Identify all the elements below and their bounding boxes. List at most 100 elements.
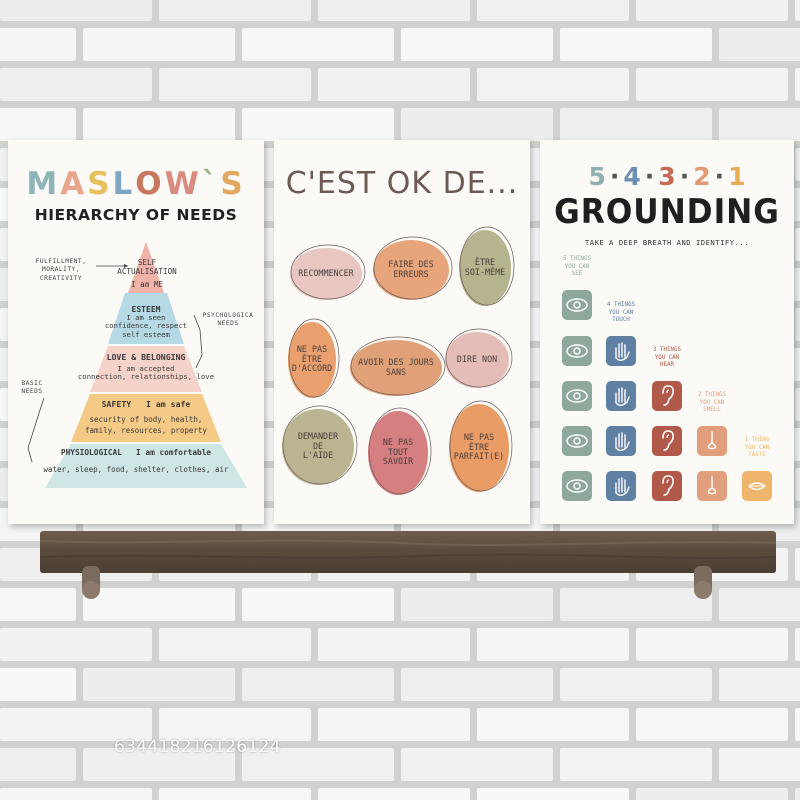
maslow-poster: MASLOW`S HIERARCHY OF NEEDS FULFILLMENT,… [8, 140, 264, 524]
brick [318, 0, 470, 21]
brick [477, 788, 629, 800]
brick [636, 788, 788, 800]
brick [83, 108, 235, 141]
brick [401, 748, 553, 781]
brick [477, 68, 629, 101]
bubble-label: NE PAS ÊTRE D'ACCORD [291, 344, 333, 374]
brick [0, 68, 152, 101]
column-label: 3 THINGS YOU CAN HEAR [653, 347, 681, 369]
separator-dot: · [609, 162, 620, 191]
brick [719, 748, 800, 781]
brick [719, 588, 800, 621]
grounding-title: GROUNDING [554, 192, 780, 232]
level-1-name: SELF ACTUALISATION [117, 258, 177, 276]
brick [318, 628, 470, 661]
brick [795, 308, 800, 341]
brick [636, 68, 788, 101]
hand-icon [606, 336, 636, 366]
eye-icon [562, 336, 592, 366]
brick [795, 148, 800, 181]
brick [318, 708, 470, 741]
brick [159, 628, 311, 661]
shelf-bracket-right [694, 566, 712, 599]
ear-icon [652, 381, 682, 411]
grounding-numbers: 5 · 4 · 3 · 2 · 1 [540, 162, 794, 191]
brick [795, 228, 800, 261]
bubble-label: RECOMMENCER [298, 268, 354, 278]
brick [636, 628, 788, 661]
brick [318, 68, 470, 101]
grounding-subtitle: TAKE A DEEP BREATH AND IDENTIFY... [584, 238, 750, 247]
grounding-poster: 5 · 4 · 3 · 2 · 1 GROUNDING TAKE A DEEP BREATH A… [540, 140, 794, 524]
shelf-bracket-left [82, 566, 100, 599]
brick [560, 668, 712, 701]
brick [83, 668, 235, 701]
brick [83, 28, 235, 61]
brick [795, 0, 800, 21]
wooden-shelf [40, 531, 776, 573]
level-4-name: SAFETY I am safe [101, 399, 191, 409]
brick [242, 668, 394, 701]
level-3-name: LOVE & BELONGING [106, 352, 186, 362]
nose-icon [697, 426, 727, 456]
brick [159, 788, 311, 800]
ear-icon [652, 471, 682, 501]
brick [0, 108, 76, 141]
bubble-label: NE PAS ÊTRE PARFAIT(E) [453, 432, 505, 462]
level-3-desc: I am accepted connection, relationships,… [77, 364, 215, 382]
brick [795, 468, 800, 501]
countdown-number: 4 [623, 162, 641, 191]
brick [401, 588, 553, 621]
brick [242, 588, 394, 621]
brick [795, 628, 800, 661]
mouth-icon [742, 471, 772, 501]
level-1-desc: I am ME [130, 280, 163, 289]
separator-dot: · [714, 162, 725, 191]
brick [242, 28, 394, 61]
brick [0, 28, 76, 61]
brick [719, 28, 800, 61]
eye-icon [562, 426, 592, 456]
countdown-number: 5 [588, 162, 606, 191]
nose-icon [697, 471, 727, 501]
eye-icon [562, 471, 592, 501]
countdown-number: 3 [658, 162, 676, 191]
brick [477, 628, 629, 661]
column-label: 1 THING YOU CAN TASTE [744, 437, 770, 459]
brick [401, 668, 553, 701]
fulfillment-label: FULFILLMENT, MORALITY, CREATIVITY [35, 258, 87, 282]
brick [242, 108, 394, 141]
brick [560, 28, 712, 61]
psychological-needs-label: PSYCHOLOGICA NEEDS [202, 312, 254, 328]
brick [795, 708, 800, 741]
brick [795, 388, 800, 421]
brick [401, 108, 553, 141]
eye-icon [562, 290, 592, 320]
brick [318, 788, 470, 800]
hand-icon [606, 381, 636, 411]
basic-needs-label: BASIC NEEDS [21, 380, 43, 396]
column-label: 4 THINGS YOU CAN TOUCH [607, 302, 635, 324]
column-label: 2 THINGS YOU CAN SMELL [698, 392, 726, 414]
bubble-label: FAIRE DES ERREURS [388, 259, 434, 279]
level-5-desc: water, sleep, food, shelter, clothes, ai… [43, 465, 229, 474]
brick [477, 0, 629, 21]
bubble-label: ÊTRE SOI-MÊME [464, 257, 506, 277]
countdown-number: 2 [693, 162, 711, 191]
watermark-number: 634418216126124 [114, 737, 281, 757]
ear-icon [652, 426, 682, 456]
brick [0, 748, 76, 781]
bubble-label: AVOIR DES JOURS SANS [358, 357, 434, 377]
separator-dot: · [679, 162, 690, 191]
level-4-desc: security of body, health, family, resour… [85, 415, 207, 436]
bubble-label: DEMANDER DE L'AIDE [297, 431, 339, 461]
brick [719, 668, 800, 701]
hand-icon [606, 426, 636, 456]
brick [159, 0, 311, 21]
brick [0, 588, 76, 621]
column-label: 5 THINGS YOU CAN SEE [563, 256, 591, 278]
bubble-label: DIRE NON [456, 354, 498, 364]
bubble-label: NE PAS TOUT SAVOIR [382, 437, 414, 467]
level-5-name: PHYSIOLOGICAL I am comfortable [60, 448, 212, 457]
brick [0, 628, 152, 661]
